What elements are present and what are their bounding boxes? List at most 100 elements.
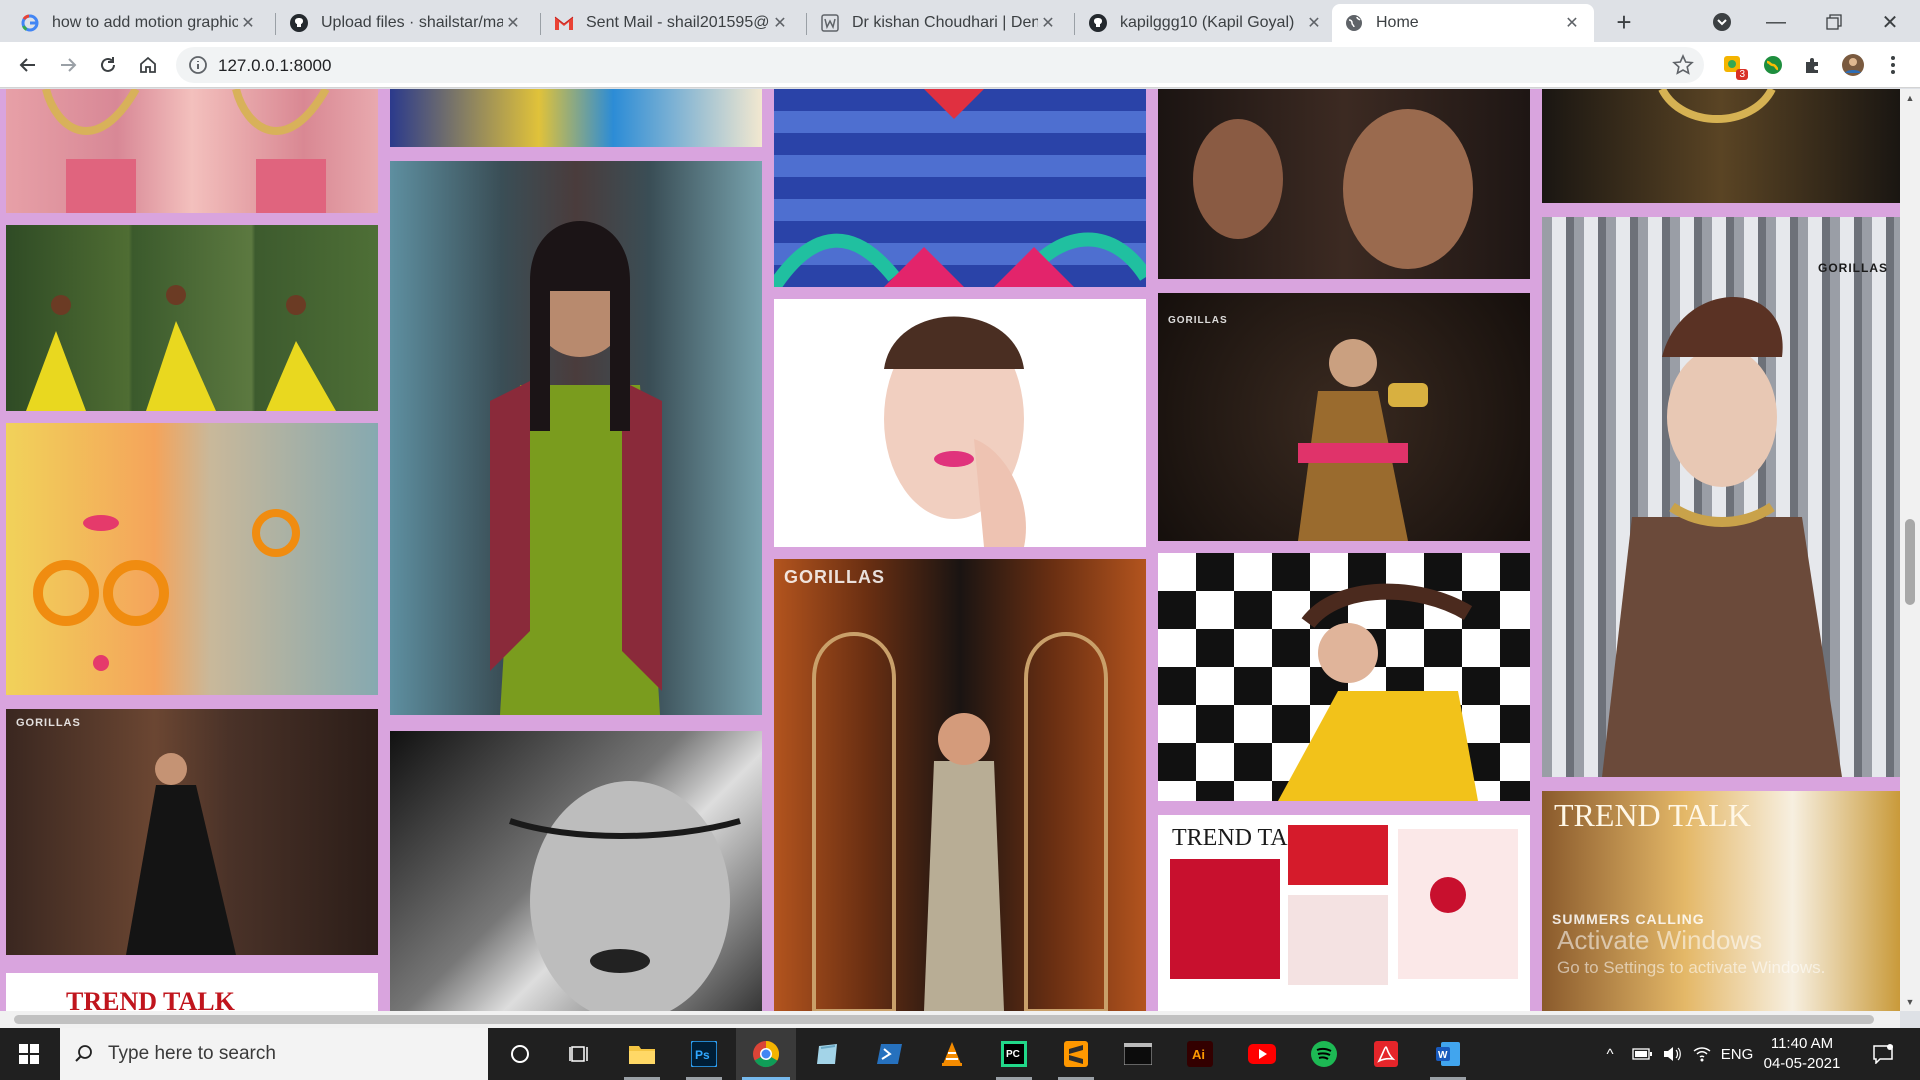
tab-separator [1074,13,1075,35]
scroll-up-icon[interactable]: ▲ [1905,93,1915,103]
language-indicator[interactable]: ENG [1720,1042,1754,1066]
orange-sunglasses-photo [33,509,300,671]
volume-icon[interactable] [1660,1042,1684,1066]
close-icon[interactable]: ✕ [503,13,523,33]
word-button[interactable]: W [1418,1028,1478,1080]
gallery-image[interactable] [390,731,762,1011]
powershell-button[interactable] [860,1028,920,1080]
new-tab-button[interactable]: + [1610,8,1638,36]
scroll-down-icon[interactable]: ▼ [1905,997,1915,1007]
vlc-button[interactable] [922,1028,982,1080]
tab-1[interactable]: Upload files · shailstar/make ✕ [277,4,535,42]
gallery-image[interactable] [6,225,378,411]
cortana-button[interactable] [490,1028,550,1080]
pycharm-icon: PC [1001,1041,1027,1067]
windows-taskbar: Type here to search Ps PC Ai W ^ ENG 11:… [0,1028,1920,1080]
gallery-image[interactable]: TREND TALK [1158,815,1530,1011]
tab-separator [275,13,276,35]
chevron-up-icon[interactable]: ^ [1600,1042,1620,1066]
tab-2[interactable]: Sent Mail - shail201595@gm ✕ [542,4,802,42]
gallery-image[interactable]: GORILLAS [1158,293,1530,541]
tab-0[interactable]: how to add motion graphic ✕ [8,4,270,42]
gallery-image[interactable]: GORILLAS [6,709,378,955]
windows-logo-icon [19,1044,39,1064]
start-button[interactable] [0,1028,58,1080]
close-icon[interactable]: ✕ [770,13,790,33]
gallery-image[interactable] [1158,553,1530,801]
gallery-image[interactable]: GORILLAS [1542,217,1900,777]
gallery-image[interactable]: TREND TALK [6,973,378,1011]
terminal-button[interactable] [1108,1028,1168,1080]
tab-search-button[interactable] [1708,8,1736,36]
tab-3[interactable]: Dr kishan Choudhari | Denta ✕ [808,4,1070,42]
info-icon[interactable] [188,55,208,75]
chevron-down-icon [1713,13,1731,31]
horizontal-scrollbar[interactable] [0,1011,1900,1028]
word-icon: W [1436,1042,1460,1066]
youtube-button[interactable] [1232,1028,1292,1080]
photoshop-button[interactable]: Ps [674,1028,734,1080]
taskbar-search-box[interactable]: Type here to search [60,1028,488,1080]
gallery-image[interactable] [6,89,378,213]
arrow-right-icon [61,58,77,72]
url-text[interactable]: 127.0.0.1:8000 [218,56,331,76]
vertical-scrollbar[interactable]: ▲ ▼ [1900,89,1920,1011]
reload-button[interactable] [92,49,124,81]
extension-badge-button[interactable]: 3 [1720,52,1748,80]
gallery-image[interactable] [1542,89,1900,203]
extension-button[interactable] [1760,52,1786,78]
gallery-image[interactable]: GORILLAS [774,559,1146,1011]
forward-button[interactable] [52,49,84,81]
profile-button[interactable] [1840,52,1866,78]
app-button[interactable] [798,1028,858,1080]
minimize-button[interactable]: — [1762,8,1790,36]
close-icon: ✕ [1881,11,1899,34]
github-icon [1088,13,1108,33]
address-bar[interactable]: 127.0.0.1:8000 [176,47,1704,83]
close-icon[interactable]: ✕ [1304,13,1324,33]
gallery-masonry[interactable]: GORILLAS TREND TALK GORILLAS GORILLAS TR… [0,89,1900,1011]
chrome-button[interactable] [736,1028,796,1080]
restore-button[interactable] [1820,8,1848,36]
gallery-image[interactable]: TREND TALK SUMMERS CALLING [1542,791,1900,1011]
illustrator-button[interactable]: Ai [1170,1028,1230,1080]
chrome-menu-button[interactable] [1880,52,1906,78]
close-window-button[interactable]: ✕ [1876,8,1904,36]
file-explorer-button[interactable] [612,1028,672,1080]
scrollbar-thumb[interactable] [14,1015,1874,1024]
close-icon[interactable]: ✕ [238,13,258,33]
home-button[interactable] [132,49,164,81]
acrobat-button[interactable] [1356,1028,1416,1080]
gallery-image[interactable] [1158,89,1530,279]
gallery-image[interactable] [390,161,762,715]
sublime-text-button[interactable] [1046,1028,1106,1080]
gallery-image[interactable] [774,299,1146,547]
watermark-title: Activate Windows [1557,925,1763,955]
notifications-icon[interactable] [1868,1042,1898,1066]
reload-icon [101,57,115,72]
close-icon[interactable]: ✕ [1562,13,1582,33]
tab-5-active[interactable]: Home ✕ [1332,4,1594,42]
svg-text:W: W [1438,1050,1448,1061]
restore-icon [1826,14,1842,30]
spotify-button[interactable] [1294,1028,1354,1080]
pink-lips-beauty-photo [884,316,1026,547]
gallery-image[interactable] [6,423,378,695]
taskbar-clock[interactable]: 11:40 AM 04-05-2021 [1752,1034,1852,1074]
star-icon[interactable] [1672,54,1694,76]
close-icon[interactable]: ✕ [1038,13,1058,33]
tab-title: how to add motion graphic [52,14,238,31]
gallery-image[interactable] [774,89,1146,287]
extension-badge-count: 3 [1736,69,1748,80]
pycharm-button[interactable]: PC [984,1028,1044,1080]
leopard-dress-photo [1298,339,1428,541]
extensions-menu-button[interactable] [1800,52,1826,78]
gallery-image[interactable] [390,89,762,147]
wifi-icon[interactable] [1690,1042,1714,1066]
tab-4[interactable]: kapilggg10 (Kapil Goyal) ✕ [1076,4,1336,42]
back-button[interactable] [12,49,44,81]
task-view-button[interactable] [550,1028,610,1080]
activate-windows-watermark: Activate Windows Go to Settings to activ… [1557,925,1825,978]
battery-icon[interactable] [1630,1042,1654,1066]
scrollbar-thumb[interactable] [1905,519,1915,605]
